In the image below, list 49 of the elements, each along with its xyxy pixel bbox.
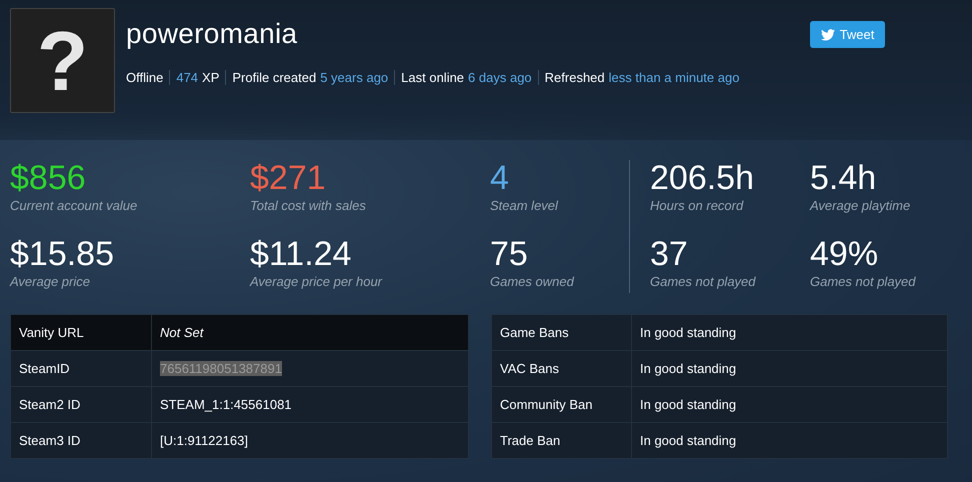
table-cell: Vanity URL	[10, 314, 152, 350]
table-cell: Game Bans	[492, 314, 632, 350]
stat-label: Hours on record	[650, 198, 744, 213]
stat-value: 206.5h	[650, 160, 755, 196]
meta-value: less than a minute ago	[608, 70, 740, 85]
stat-label: Average playtime	[810, 198, 912, 213]
tweet-button[interactable]: Tweet	[810, 21, 885, 48]
profile-name: poweromania	[126, 18, 298, 50]
table-cell: Trade Ban	[492, 422, 632, 458]
bird-icon	[820, 28, 835, 40]
status-text: Offline	[126, 70, 164, 85]
question-mark-glyph: ?	[36, 18, 88, 102]
stat-value: 49%	[810, 236, 880, 272]
table-cell: SteamID	[10, 350, 152, 386]
stat-label: Steam level	[490, 198, 560, 213]
table-cell: In good standing	[632, 350, 948, 386]
table-cell: [U:1:91122163]	[152, 422, 468, 458]
xp-value: 474	[176, 70, 198, 85]
meta-label: Last online	[401, 70, 464, 85]
stat-label: Average price per hour	[250, 274, 384, 289]
table-cell: VAC Bans	[492, 350, 632, 386]
meta-label: Profile created	[232, 70, 316, 85]
stat-value: $271	[250, 160, 327, 196]
stat-value: $15.85	[10, 236, 115, 272]
meta-label: Refreshed	[544, 70, 605, 85]
table-cell: In good standing	[632, 314, 948, 350]
table-cell: Not Set	[152, 314, 468, 350]
stat-value: 4	[490, 160, 510, 196]
table-cell: Community Ban	[492, 386, 632, 422]
stat-value: 37	[650, 236, 689, 272]
stat-label: Games not played	[650, 274, 757, 289]
table-cell: Steam3 ID	[10, 422, 152, 458]
table-cell: Steam2 ID	[10, 386, 152, 422]
meta-value: 5 years ago	[320, 70, 388, 85]
stat-value: 75	[490, 236, 529, 272]
stat-label: Games not played	[810, 274, 917, 289]
stat-label: Total cost with sales	[250, 198, 367, 213]
table-cell: 76561198051387891	[152, 350, 468, 386]
xp-unit: XP	[202, 70, 220, 85]
stat-value: 5.4h	[810, 160, 878, 196]
stat-label: Games owned	[490, 274, 576, 289]
table-cell: In good standing	[632, 386, 948, 422]
stat-label: Average price	[10, 274, 91, 289]
table-cell: In good standing	[632, 422, 948, 458]
stat-value: $11.24	[250, 236, 352, 272]
stat-label: Current account value	[10, 198, 138, 213]
table-cell: STEAM_1:1:45561081	[152, 386, 468, 422]
meta-value: 6 days ago	[468, 70, 532, 85]
stat-value: $856	[10, 160, 87, 196]
